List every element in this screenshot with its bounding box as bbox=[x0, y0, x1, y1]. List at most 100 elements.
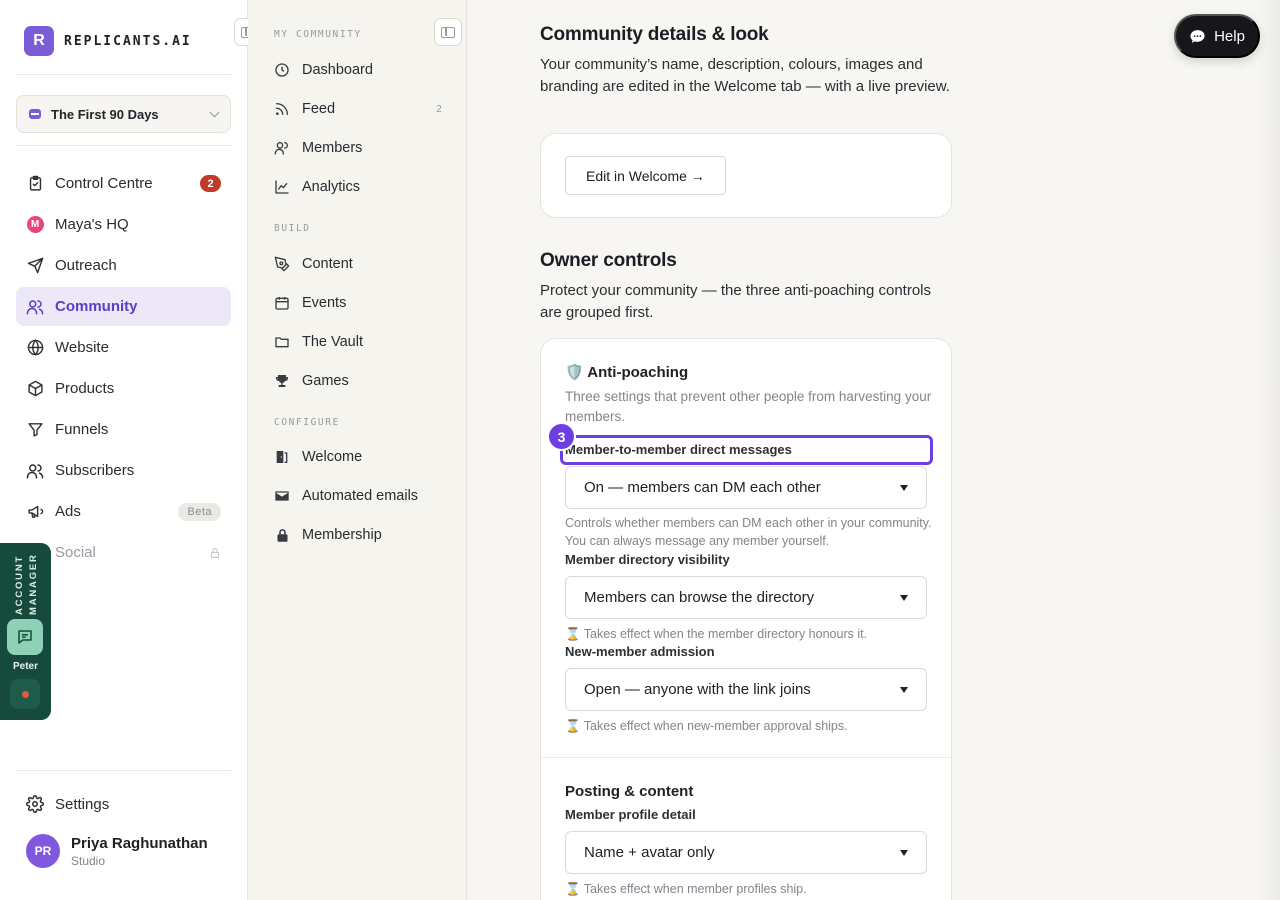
settings-label: Settings bbox=[55, 795, 110, 813]
send-icon bbox=[26, 257, 44, 275]
dm-select[interactable]: On — members can DM each other bbox=[565, 466, 927, 509]
account-manager-name: Peter bbox=[12, 661, 38, 672]
owner-controls-title: Owner controls bbox=[540, 250, 677, 271]
subnav-collapse-button[interactable] bbox=[434, 18, 462, 46]
subnav-label: The Vault bbox=[302, 334, 363, 350]
subnav-label: Welcome bbox=[302, 449, 363, 465]
brand-logo: R bbox=[24, 26, 54, 56]
nav-item-mayas-hq[interactable]: M Maya's HQ bbox=[16, 205, 231, 244]
gear-icon bbox=[26, 795, 44, 813]
profile-detail-select[interactable]: Name + avatar only bbox=[565, 831, 927, 874]
divider bbox=[16, 770, 231, 771]
globe-icon bbox=[26, 339, 44, 357]
subnav-item-games[interactable]: Games bbox=[274, 366, 444, 396]
sidebar-toggle-icon bbox=[441, 26, 455, 38]
help-label: Help bbox=[1214, 27, 1245, 45]
nav-label: Subscribers bbox=[55, 462, 135, 479]
subnav-item-members[interactable]: Members bbox=[274, 133, 444, 163]
folder-icon bbox=[274, 334, 290, 350]
subnav-label: Events bbox=[302, 295, 347, 311]
nav-item-control-centre[interactable]: Control Centre 2 bbox=[16, 164, 231, 203]
rss-icon bbox=[274, 101, 290, 117]
nav-label: Products bbox=[55, 380, 115, 397]
dm-select-value: On — members can DM each other bbox=[584, 479, 821, 496]
subnav-label: Content bbox=[302, 256, 353, 272]
subnav-item-content[interactable]: Content bbox=[274, 249, 444, 279]
subnav-item-analytics[interactable]: Analytics bbox=[274, 172, 444, 202]
status-indicator[interactable] bbox=[10, 679, 40, 709]
nav-label: Website bbox=[55, 339, 109, 356]
details-card: Edit in Welcome → bbox=[540, 133, 952, 218]
users-icon bbox=[26, 298, 44, 316]
nav-item-funnels[interactable]: Funnels bbox=[16, 410, 231, 449]
details-title: Community details & look bbox=[540, 24, 769, 45]
dm-help: Controls whether members can DM each oth… bbox=[565, 516, 932, 548]
clipboard-check-icon bbox=[26, 175, 44, 193]
nav-item-outreach[interactable]: Outreach bbox=[16, 246, 231, 285]
chat-bubble-icon bbox=[1190, 29, 1205, 43]
feed-count: 2 bbox=[435, 103, 442, 115]
section-label-configure: CONFIGURE bbox=[274, 417, 340, 428]
chat-button[interactable] bbox=[7, 619, 43, 655]
user-profile[interactable]: PR Priya Raghunathan Studio bbox=[26, 834, 208, 868]
package-icon bbox=[26, 380, 44, 398]
divider bbox=[16, 74, 231, 75]
subnav-item-events[interactable]: Events bbox=[274, 288, 444, 318]
posting-title: Posting & content bbox=[565, 783, 694, 800]
brand-name: REPLICANTS.AI bbox=[64, 33, 192, 49]
nav-label: Ads bbox=[55, 503, 81, 520]
subnav-item-the-vault[interactable]: The Vault bbox=[274, 327, 444, 357]
lock-icon bbox=[274, 527, 290, 543]
user-plan: Studio bbox=[71, 853, 106, 868]
nav-label: Outreach bbox=[55, 257, 117, 274]
nav-item-community[interactable]: Community bbox=[16, 287, 231, 326]
tour-step-badge: 3 bbox=[547, 422, 576, 451]
chevron-down-icon bbox=[900, 484, 908, 491]
admission-select[interactable]: Open — anyone with the link joins bbox=[565, 668, 927, 711]
funnel-icon bbox=[26, 421, 44, 439]
beta-badge: Beta bbox=[178, 502, 221, 521]
directory-select[interactable]: Members can browse the directory bbox=[565, 576, 927, 619]
subnav-item-feed[interactable]: Feed 2 bbox=[274, 94, 444, 124]
pen-icon bbox=[274, 256, 290, 272]
calendar-icon bbox=[274, 295, 290, 311]
account-manager-label: ACCOUNT MANAGER bbox=[14, 553, 39, 615]
nav-item-subscribers[interactable]: Subscribers bbox=[16, 451, 231, 490]
divider bbox=[541, 757, 951, 758]
chevron-down-icon bbox=[900, 849, 908, 856]
chat-icon bbox=[16, 628, 34, 646]
admission-select-value: Open — anyone with the link joins bbox=[584, 681, 811, 698]
help-button[interactable]: Help bbox=[1174, 14, 1260, 58]
subnav-label: Games bbox=[302, 373, 349, 389]
settings-link[interactable]: Settings bbox=[16, 785, 231, 823]
maya-avatar-icon: M bbox=[26, 216, 44, 234]
owner-controls-description: Protect your community — the three anti-… bbox=[540, 282, 932, 321]
nav-item-ads[interactable]: Ads Beta bbox=[16, 492, 231, 531]
users-icon bbox=[274, 140, 290, 156]
nav-label: Maya's HQ bbox=[55, 216, 129, 233]
nav-item-products[interactable]: Products bbox=[16, 369, 231, 408]
subnav-item-automated-emails[interactable]: Automated emails bbox=[274, 481, 444, 511]
notification-badge: 2 bbox=[200, 175, 221, 192]
details-description: Your community’s name, description, colo… bbox=[540, 56, 950, 95]
nav-item-website[interactable]: Website bbox=[16, 328, 231, 367]
subnav-item-dashboard[interactable]: Dashboard bbox=[274, 55, 444, 85]
section-label-build: BUILD bbox=[274, 223, 311, 234]
section-label-my-community: MY COMMUNITY bbox=[274, 29, 362, 40]
account-manager-widget: ACCOUNT MANAGER Peter bbox=[0, 543, 51, 720]
workspace-switcher[interactable]: The First 90 Days bbox=[16, 95, 231, 133]
admission-help: ⌛ Takes effect when new-member approval … bbox=[565, 719, 848, 733]
subnav-item-welcome[interactable]: Welcome bbox=[274, 442, 444, 472]
chevron-down-icon bbox=[900, 686, 908, 693]
divider bbox=[16, 145, 231, 146]
subnav-item-membership[interactable]: Membership bbox=[274, 520, 444, 550]
nav-label: Funnels bbox=[55, 421, 109, 438]
chevron-down-icon bbox=[209, 107, 220, 117]
trophy-icon bbox=[274, 373, 290, 389]
edit-in-welcome-button[interactable]: Edit in Welcome → bbox=[565, 156, 726, 195]
anti-poaching-title: 🛡️ Anti-poaching bbox=[565, 364, 689, 381]
brand[interactable]: R REPLICANTS.AI bbox=[24, 26, 192, 56]
directory-select-value: Members can browse the directory bbox=[584, 589, 815, 606]
edge-shadow bbox=[1258, 0, 1280, 900]
main-content: Community details & look Your community’… bbox=[468, 0, 1280, 900]
